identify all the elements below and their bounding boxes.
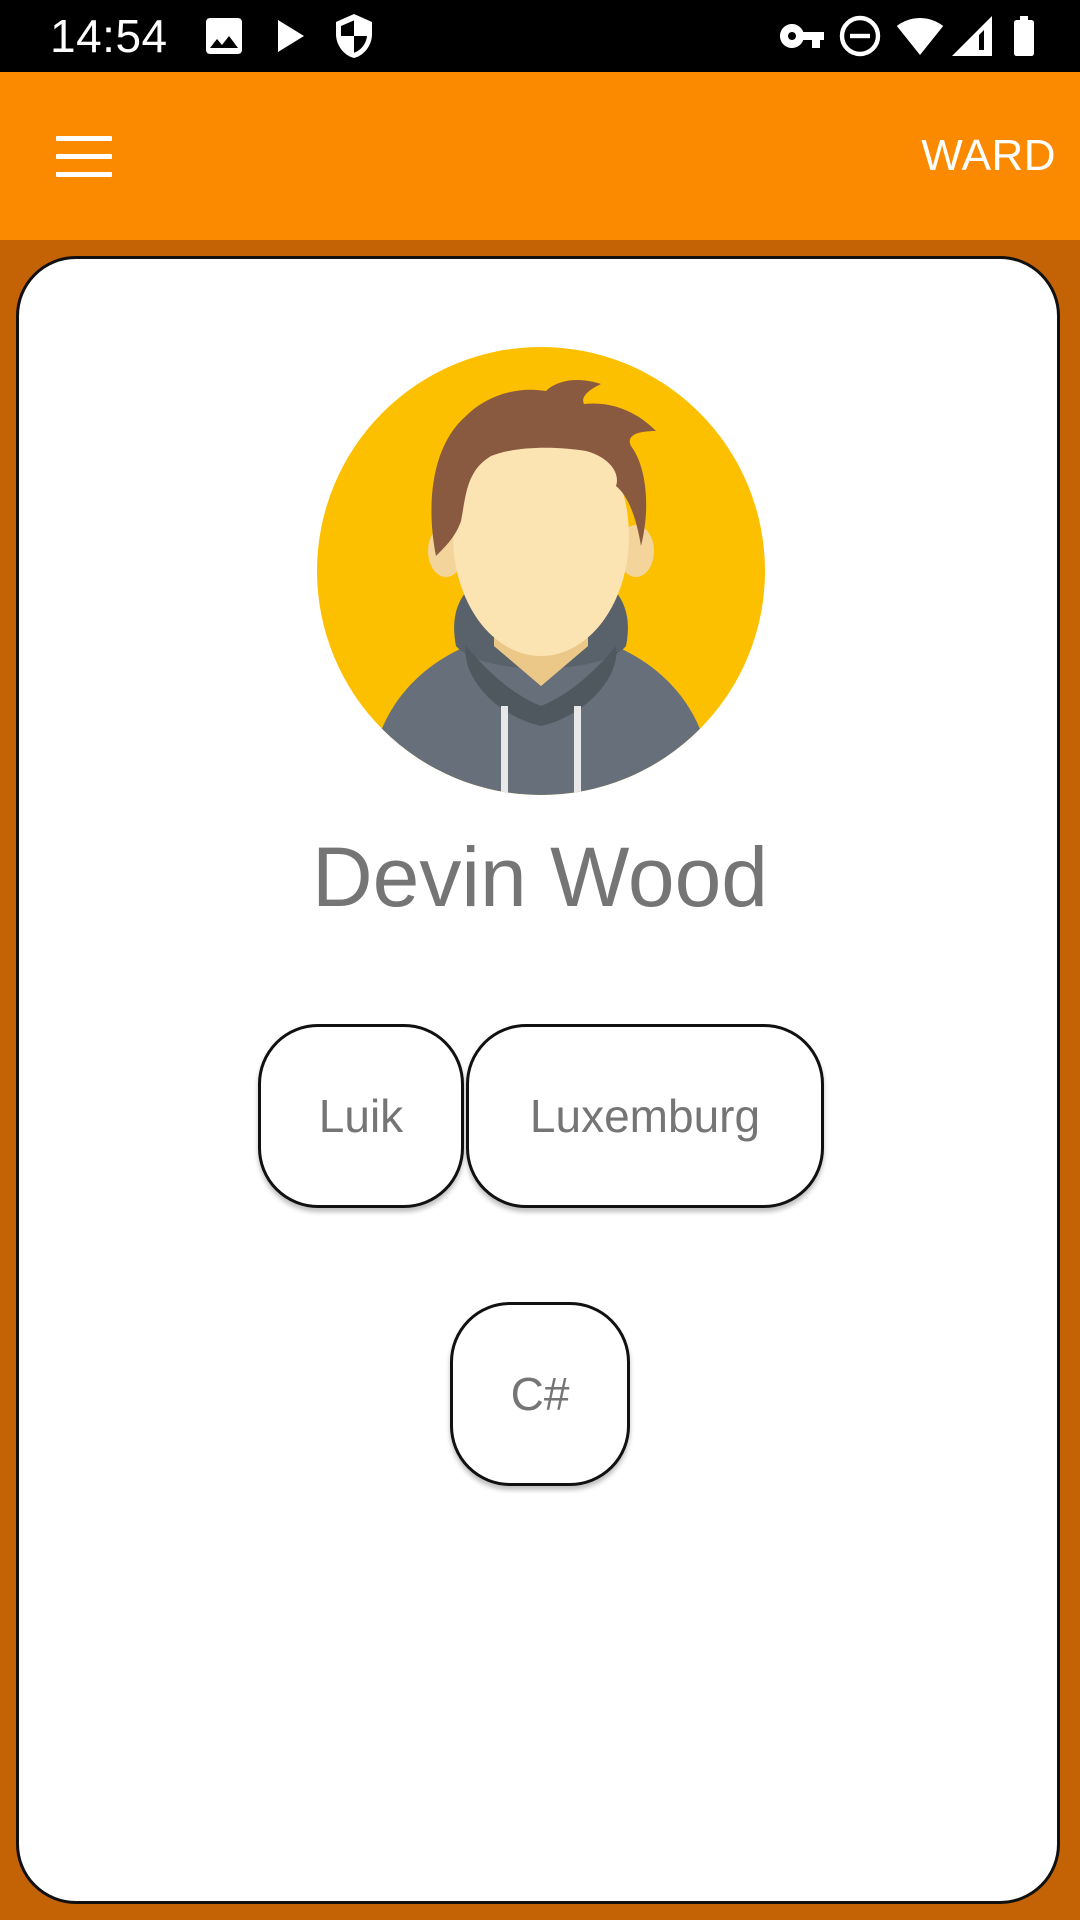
battery-icon [1014,16,1034,56]
app-bar: WARD [0,72,1080,240]
location-chip-luxemburg[interactable]: Luxemburg [466,1024,824,1208]
status-bar: 14:54 [0,0,1080,72]
cellular-signal-icon [952,16,992,56]
play-icon [278,20,304,52]
location-chip-luik[interactable]: Luik [258,1024,464,1208]
status-time: 14:54 [50,10,168,62]
image-icon [206,18,242,54]
hamburger-menu-icon[interactable] [36,112,132,202]
person-avatar-icon [317,347,765,795]
profile-name: Devin Wood [311,830,768,924]
do-not-disturb-icon [839,15,881,57]
shield-icon [336,14,372,58]
skill-chip-csharp[interactable]: C# [450,1302,630,1486]
wifi-icon [896,18,944,55]
key-icon [780,24,824,48]
app-title-button[interactable]: WARD [921,130,1056,182]
